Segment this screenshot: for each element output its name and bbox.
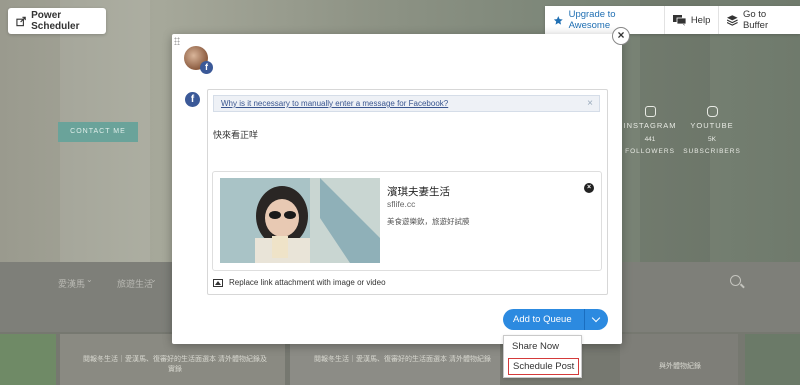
help-button[interactable]: Help bbox=[665, 6, 720, 34]
close-button[interactable]: × bbox=[612, 27, 630, 45]
power-scheduler-label: Power Scheduler bbox=[31, 10, 80, 32]
replace-attachment-link[interactable]: Replace link attachment with image or vi… bbox=[213, 278, 386, 287]
youtube-icon bbox=[706, 106, 718, 117]
add-to-queue-group: Add to Queue bbox=[503, 309, 608, 330]
facebook-notice: Why is it necessary to manually enter a … bbox=[213, 95, 600, 112]
go-to-buffer-button[interactable]: Go to Buffer bbox=[719, 6, 800, 34]
instagram-icon bbox=[644, 106, 656, 117]
social-name: YOUTUBE bbox=[690, 121, 734, 130]
link-preview-image bbox=[220, 178, 380, 263]
thumbnail-caption: 閱報冬生活｜愛漢馬、復審好的生活面選本 清外體物紀錄及實錄 bbox=[83, 356, 267, 373]
link-description[interactable]: 美食遊樂飲，旅遊好試膜 bbox=[387, 216, 470, 227]
power-scheduler-button[interactable]: Power Scheduler bbox=[8, 8, 106, 34]
close-icon[interactable]: × bbox=[587, 96, 593, 111]
thumbnail bbox=[0, 334, 56, 385]
message-text[interactable]: 快來看正咩 bbox=[213, 128, 258, 141]
chevron-down-icon bbox=[591, 313, 601, 323]
schedule-options-menu: Share Now Schedule Post bbox=[503, 335, 582, 378]
share-calendar-icon bbox=[16, 16, 26, 26]
star-icon bbox=[553, 15, 563, 25]
thumbnail-caption: 與外體物紀錄 bbox=[659, 363, 701, 370]
help-label: Help bbox=[690, 14, 711, 26]
go-to-buffer-label: Go to Buffer bbox=[742, 9, 769, 31]
drag-handle-icon[interactable] bbox=[174, 37, 180, 45]
chevron-down-icon: ⌄ bbox=[86, 275, 93, 284]
social-label: SUBSCRIBERS bbox=[683, 148, 741, 155]
top-bar: Upgrade to Awesome Help Go to Buffer bbox=[545, 6, 800, 34]
nav-item: 愛漢馬 bbox=[58, 279, 86, 289]
thumbnail bbox=[620, 334, 738, 385]
remove-attachment-icon[interactable]: × bbox=[584, 183, 594, 193]
image-icon bbox=[213, 278, 223, 287]
facebook-icon: f bbox=[185, 92, 200, 107]
add-to-queue-button[interactable]: Add to Queue bbox=[503, 309, 584, 330]
link-domain: sflife.cc bbox=[387, 199, 416, 209]
upgrade-label: Upgrade to Awesome bbox=[568, 9, 616, 31]
chat-bubble-icon bbox=[672, 14, 686, 26]
nav-item: 旅遊生活 bbox=[117, 279, 154, 289]
social-label: FOLLOWERS bbox=[625, 148, 675, 155]
notice-link[interactable]: Why is it necessary to manually enter a … bbox=[221, 99, 448, 108]
youtube-stat: YOUTUBE 5K SUBSCRIBERS bbox=[682, 106, 742, 155]
contact-me-button: CONTACT ME bbox=[58, 122, 138, 142]
instagram-stat: INSTAGRAM 441 FOLLOWERS bbox=[620, 106, 680, 155]
person-photo-icon bbox=[220, 178, 380, 263]
search-icon bbox=[730, 275, 741, 286]
facebook-icon: f bbox=[200, 61, 213, 74]
chevron-down-icon: ⌄ bbox=[150, 275, 157, 284]
share-now-option[interactable]: Share Now bbox=[512, 341, 559, 352]
thumbnail-caption: 閱報冬生活｜愛漢馬、復審好的生活面選本 清外體物紀錄 bbox=[314, 356, 491, 363]
thumbnail bbox=[745, 334, 800, 385]
social-name: INSTAGRAM bbox=[623, 121, 677, 130]
social-count: 441 bbox=[644, 136, 656, 143]
replace-attachment-label: Replace link attachment with image or vi… bbox=[229, 278, 386, 287]
social-count: 5K bbox=[708, 136, 716, 143]
schedule-options-toggle[interactable] bbox=[583, 309, 608, 330]
upgrade-button[interactable]: Upgrade to Awesome bbox=[545, 6, 665, 34]
link-title[interactable]: 濱琪夫妻生活 bbox=[387, 184, 450, 199]
layers-icon bbox=[727, 14, 738, 26]
schedule-post-option[interactable]: Schedule Post bbox=[508, 358, 580, 375]
